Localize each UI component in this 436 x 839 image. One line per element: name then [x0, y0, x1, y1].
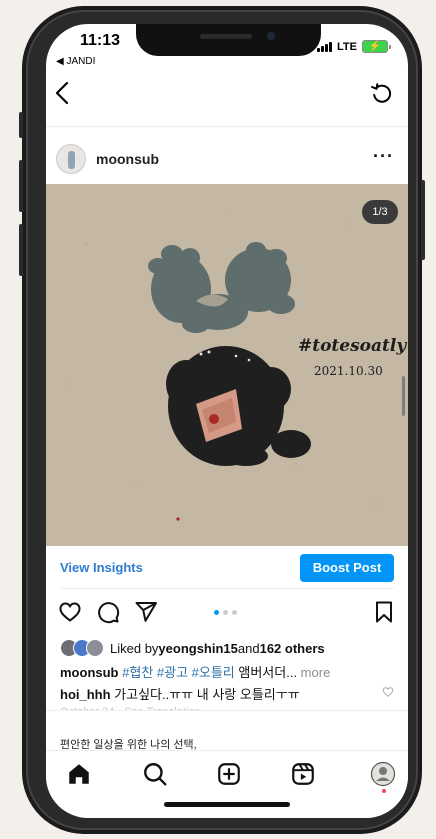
- caption-hashtags[interactable]: #협찬 #광고 #오틀리: [122, 665, 235, 680]
- refresh-icon[interactable]: [370, 82, 394, 106]
- image-date-text: 2021.10.30: [314, 364, 383, 378]
- more-horizontal-icon[interactable]: ···: [373, 146, 394, 167]
- signal-icon: [317, 41, 333, 52]
- image-hashtag-text: #totesoatly: [298, 336, 407, 356]
- send-icon[interactable]: [134, 600, 158, 624]
- comment-icon[interactable]: [96, 600, 120, 624]
- post-actions: [46, 598, 408, 628]
- post-header: moonsub ···: [46, 140, 408, 178]
- back-chevron-icon[interactable]: [54, 80, 70, 111]
- search-icon[interactable]: [142, 761, 168, 787]
- status-time: 11:13: [80, 32, 121, 49]
- mute-switch: [19, 112, 23, 138]
- carousel-page-counter: 1/3: [362, 200, 398, 224]
- bookmark-icon[interactable]: [372, 600, 396, 624]
- power-button: [421, 180, 425, 260]
- volume-up-button: [19, 160, 23, 212]
- comment-row: hoi_hhh 가고싶다..ㅠㅠ 내 사랑 오틀리ㅜㅠ: [60, 684, 300, 703]
- top-nav: [46, 80, 408, 112]
- bottom-tab-bar: [46, 750, 408, 799]
- comment-text: 가고싶다..ㅠㅠ 내 사랑 오틀리ㅜㅠ: [110, 687, 300, 702]
- likes-row[interactable]: Liked by yeongshin15 and 162 others: [60, 638, 325, 658]
- likes-others[interactable]: 162 others: [260, 641, 325, 656]
- plus-square-icon[interactable]: [216, 761, 242, 787]
- author-avatar[interactable]: [56, 144, 86, 174]
- post-image[interactable]: 1/3 #totesoatly 2021.10.30: [46, 184, 408, 546]
- insights-divider: [60, 588, 394, 589]
- insights-bar: View Insights Boost Post: [46, 546, 408, 588]
- notch: [136, 24, 321, 56]
- status-indicators: LTE ⚡: [317, 40, 391, 53]
- carousel-dot: [232, 610, 237, 615]
- liker-avatars: [60, 639, 104, 657]
- carousel-dot: [223, 610, 228, 615]
- likes-middle: and: [237, 640, 260, 656]
- reels-icon[interactable]: [290, 761, 316, 787]
- carousel-dots: [214, 610, 237, 615]
- profile-icon[interactable]: [370, 761, 396, 787]
- speaker: [200, 34, 252, 39]
- battery-charging-icon: ⚡: [362, 40, 391, 53]
- volume-down-button: [19, 224, 23, 276]
- heart-icon[interactable]: [58, 600, 82, 624]
- likes-user[interactable]: yeongshin15: [158, 641, 237, 656]
- nav-divider: [46, 126, 408, 127]
- view-insights-link[interactable]: View Insights: [60, 560, 143, 575]
- back-to-app-link[interactable]: ◀ JANDI: [56, 56, 95, 67]
- front-camera: [267, 32, 275, 40]
- author-username[interactable]: moonsub: [96, 151, 159, 167]
- carousel-dot: [214, 610, 219, 615]
- caption-text: 앰버서더...: [234, 665, 298, 680]
- phone-screen: 11:13 ◀ JANDI LTE ⚡ moonsub ··· 1/3 #tot…: [46, 24, 408, 818]
- caption-username[interactable]: moonsub: [60, 665, 119, 680]
- post-caption: moonsub #협찬 #광고 #오틀리 앰버서더... more: [60, 662, 330, 681]
- comment-username[interactable]: hoi_hhh: [60, 687, 111, 702]
- comment-like-heart-icon[interactable]: [382, 686, 394, 698]
- network-label: LTE: [337, 40, 357, 53]
- home-icon[interactable]: [66, 761, 92, 787]
- likes-prefix: Liked by: [110, 640, 159, 656]
- boost-post-button[interactable]: Boost Post: [300, 554, 394, 582]
- caption-more-link[interactable]: more: [297, 665, 331, 680]
- page-scroll-indicator[interactable]: [402, 376, 405, 416]
- notification-dot: [382, 789, 386, 793]
- home-indicator[interactable]: [164, 802, 290, 807]
